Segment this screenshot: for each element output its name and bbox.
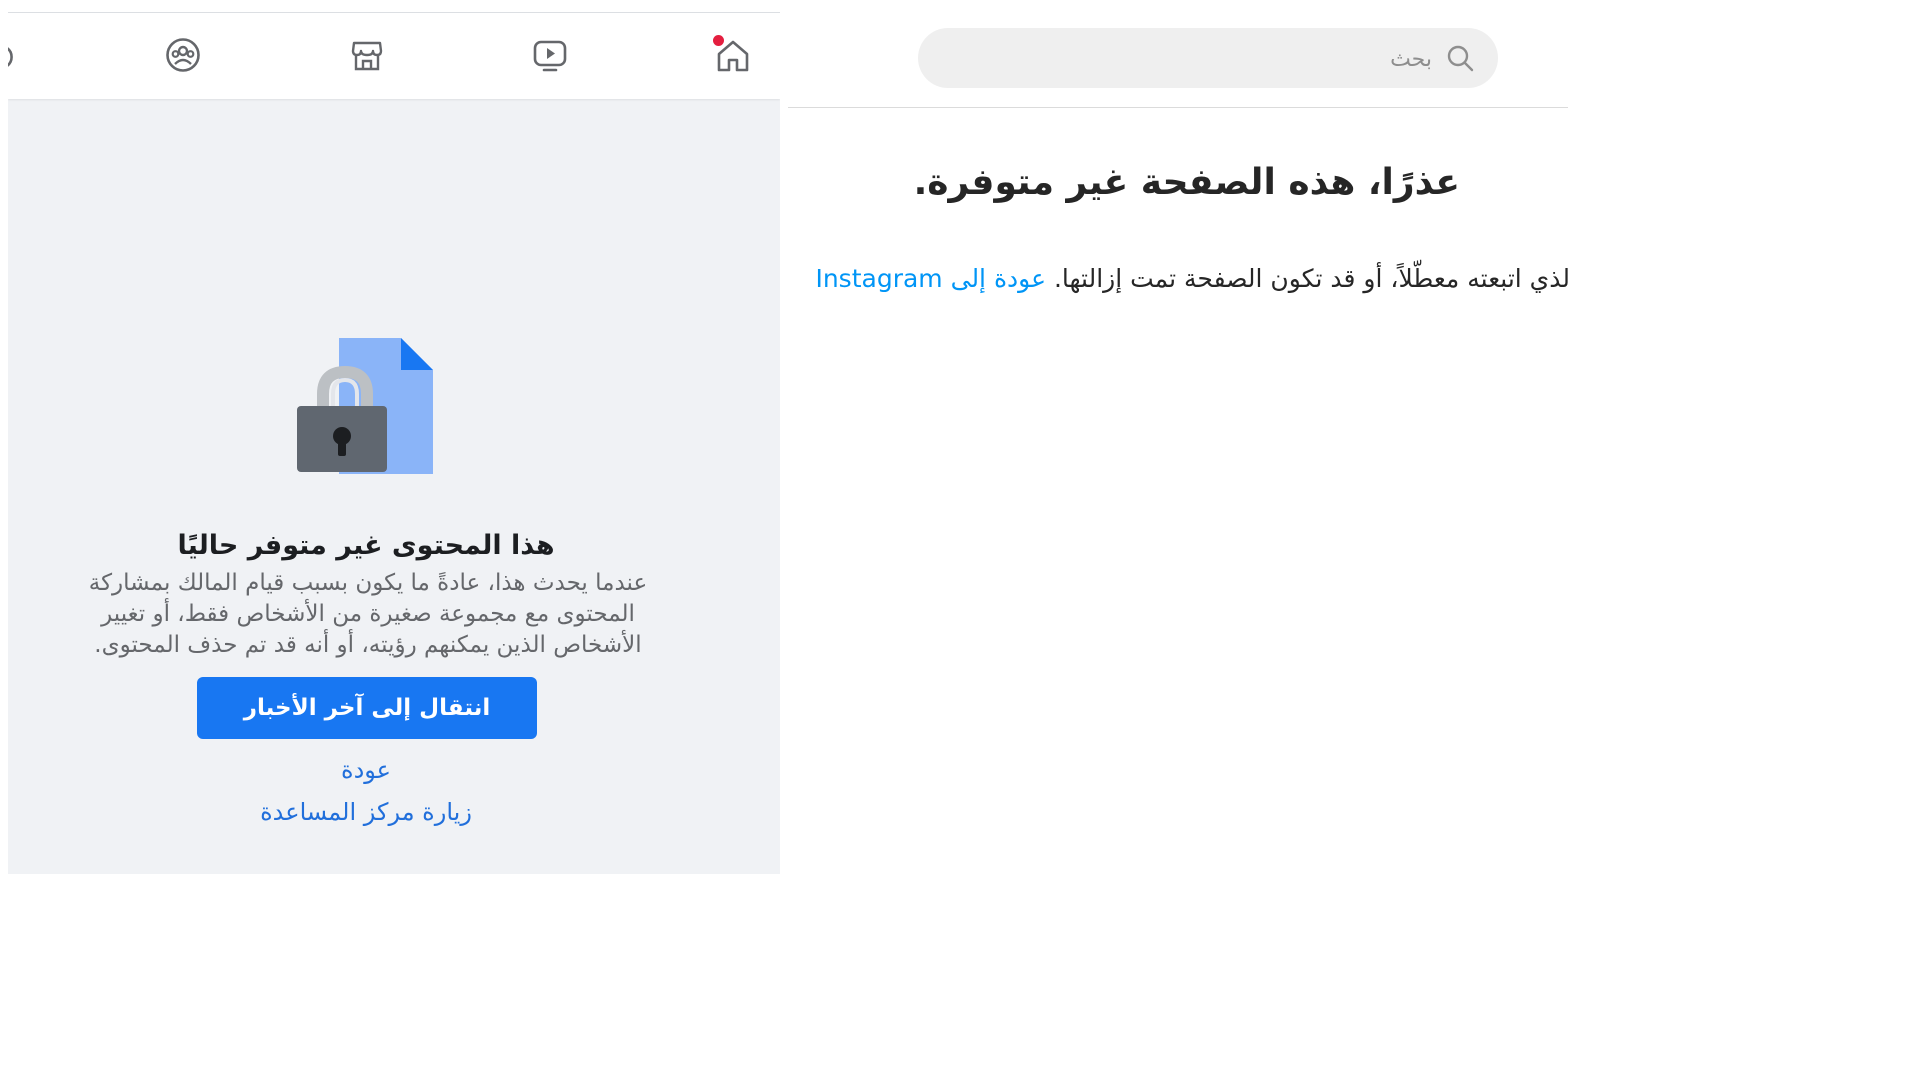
marketplace-icon <box>351 41 383 71</box>
search-icon <box>1447 45 1474 72</box>
notification-dot <box>713 35 724 46</box>
page-unavailable-text: ط الذي اتبعته معطّلاً، أو قد تكون الصفحة… <box>1046 264 1568 293</box>
watch-icon <box>533 40 567 72</box>
back-link[interactable]: عودة <box>8 756 724 784</box>
gaming-icon[interactable] <box>8 43 20 71</box>
instagram-header <box>788 0 1568 108</box>
instagram-panel: عذرًا، هذه الصفحة غير متوفرة. ط الذي اتب… <box>788 0 1568 880</box>
nav-groups[interactable] <box>163 35 203 75</box>
groups-icon <box>166 38 200 72</box>
facebook-top-nav <box>8 12 780 99</box>
nav-watch[interactable] <box>530 35 570 75</box>
content-unavailable-description: عندما يحدث هذا، عادةً ما يكون بسبب قيام … <box>88 570 648 658</box>
page-unavailable-title: عذرًا، هذه الصفحة غير متوفرة. <box>913 162 1460 203</box>
search-bar[interactable] <box>918 28 1498 88</box>
back-to-instagram-link[interactable]: عودة إلى Instagram <box>815 264 1046 293</box>
lock-document-icon <box>297 338 433 474</box>
content-unavailable-title: هذا المحتوى غير متوفر حاليًا <box>177 530 555 561</box>
go-to-news-feed-button[interactable]: انتقال إلى آخر الأخبار <box>197 677 537 739</box>
nav-marketplace[interactable] <box>347 35 387 75</box>
facebook-panel: هذا المحتوى غير متوفر حاليًا عندما يحدث … <box>8 12 780 874</box>
search-input[interactable] <box>950 38 1434 80</box>
nav-home[interactable] <box>713 35 753 75</box>
page-unavailable-message: ط الذي اتبعته معطّلاً، أو قد تكون الصفحة… <box>815 264 1568 293</box>
visit-help-center-link[interactable]: زيارة مركز المساعدة <box>8 798 724 826</box>
